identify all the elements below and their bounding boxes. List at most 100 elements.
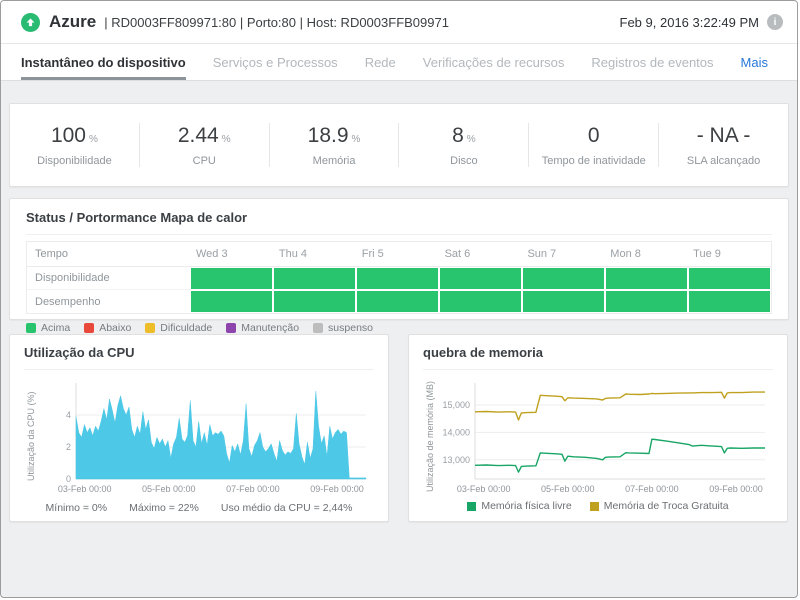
svg-text:03-Feb 00:00: 03-Feb 00:00	[457, 484, 511, 494]
heatmap-legend: Acima Abaixo Dificuldade Manutenção suspenso	[26, 322, 772, 334]
tab-rede[interactable]: Rede	[365, 44, 396, 80]
tab-bar: Instantâneo do dispositivo Serviços e Pro…	[1, 44, 797, 81]
legend-label: Acima	[41, 322, 70, 334]
heatmap-row-label: Disponibilidade	[27, 267, 191, 290]
kpi-disco: 8%Disco	[399, 124, 528, 167]
legend-item-abaixo: Abaixo	[84, 322, 131, 334]
kpi-value: 18.9%	[270, 124, 399, 148]
cpu-utilization-chart: 02403-Feb 00:0005-Feb 00:0007-Feb 00:000…	[38, 375, 374, 497]
tab-registros-de-eventos[interactable]: Registros de eventos	[591, 44, 713, 80]
svg-text:09-Feb 00:00: 09-Feb 00:00	[310, 484, 364, 494]
heatmap-cell[interactable]	[523, 268, 604, 289]
line-series-memoria-de-troca-gratuita	[475, 392, 765, 420]
heatmap-cells	[191, 267, 771, 290]
heatmap-row-label: Desempenho	[27, 290, 191, 313]
heatmap-cell[interactable]	[274, 268, 355, 289]
heatmap-cell[interactable]	[357, 291, 438, 312]
memory-chart-title: quebra de memoria	[423, 345, 773, 370]
legend-item-suspenso: suspenso	[313, 322, 373, 334]
app-window: Azure | RD0003FF809971:80 | Porto:80 | H…	[0, 0, 798, 598]
heatmap-cell[interactable]	[357, 268, 438, 289]
svg-text:2: 2	[66, 442, 71, 452]
device-title: Azure	[49, 12, 96, 32]
legend-item-dificuldade: Dificuldade	[145, 322, 212, 334]
kpi-unit: %	[467, 134, 476, 145]
heatmap-cell[interactable]	[440, 268, 521, 289]
cpu-stat-minimo: Mínimo = 0%	[46, 502, 108, 514]
cpu-stat-maximo: Máximo = 22%	[129, 502, 199, 514]
memory-chart-card: quebra de memoria Utilização de memória …	[408, 334, 788, 522]
kpi-unit: %	[89, 134, 98, 145]
legend-swatch	[467, 502, 476, 511]
heatmap-day-fri-5: Fri 5	[357, 242, 440, 266]
kpi-sla-alcancado: - NA - SLA alcançado	[659, 124, 788, 167]
kpi-value: - NA -	[659, 124, 788, 148]
kpi-label: SLA alcançado	[659, 155, 788, 167]
svg-text:03-Feb 00:00: 03-Feb 00:00	[58, 484, 112, 494]
legend-item-memoria-fisica-livre[interactable]: Memória física livre	[467, 500, 571, 512]
heatmap-cell[interactable]	[274, 291, 355, 312]
cpu-chart-card: Utilização da CPU Utilização da CPU (%) …	[9, 334, 389, 522]
kpi-unit: %	[352, 134, 361, 145]
heatmap-cell[interactable]	[523, 291, 604, 312]
svg-text:4: 4	[66, 410, 71, 420]
svg-text:05-Feb 00:00: 05-Feb 00:00	[142, 484, 196, 494]
title-bar: Azure | RD0003FF809971:80 | Porto:80 | H…	[1, 1, 797, 44]
legend-label: suspenso	[328, 322, 373, 334]
content-area: 100%Disponibilidade2.44%CPU18.9%Memória8…	[1, 81, 797, 522]
heatmap-day-wed-3: Wed 3	[191, 242, 274, 266]
svg-text:14,000: 14,000	[442, 427, 470, 437]
tab-mais[interactable]: Mais	[741, 44, 768, 80]
svg-text:07-Feb 00:00: 07-Feb 00:00	[226, 484, 280, 494]
heatmap-cell[interactable]	[689, 268, 770, 289]
heatmap-day-mon-8: Mon 8	[605, 242, 688, 266]
legend-label: Memória de Troca Gratuita	[604, 500, 729, 512]
device-subtitle: | RD0003FF809971:80 | Porto:80 | Host: R…	[104, 15, 449, 30]
legend-label: Manutenção	[241, 322, 299, 334]
legend-swatch	[145, 323, 155, 333]
kpi-label: Memória	[270, 155, 399, 167]
legend-swatch	[84, 323, 94, 333]
info-icon[interactable]: i	[767, 14, 783, 30]
kpi-unit: %	[222, 134, 231, 145]
cpu-chart-body: Utilização da CPU (%) 02403-Feb 00:0005-…	[24, 375, 374, 497]
legend-item-acima: Acima	[26, 322, 70, 334]
svg-text:05-Feb 00:00: 05-Feb 00:00	[541, 484, 595, 494]
heatmap-day-tue-9: Tue 9	[688, 242, 771, 266]
kpi-label: Disponibilidade	[10, 155, 139, 167]
tab-verificacoes-de-recursos[interactable]: Verificações de recursos	[423, 44, 565, 80]
tab-servicos-e-processos[interactable]: Serviços e Processos	[213, 44, 338, 80]
kpi-label: Tempo de inatividade	[529, 155, 658, 167]
legend-item-manutencao: Manutenção	[226, 322, 299, 334]
cpu-stats: Mínimo = 0% Máximo = 22% Uso médio da CPU …	[24, 498, 374, 516]
legend-item-memoria-de-troca-gratuita[interactable]: Memória de Troca Gratuita	[590, 500, 729, 512]
charts-row: Utilização da CPU Utilização da CPU (%) …	[9, 334, 789, 522]
heatmap-card: Status / Portormance Mapa de calor Tempo…	[9, 198, 789, 320]
svg-text:09-Feb 00:00: 09-Feb 00:00	[709, 484, 763, 494]
heatmap-day-thu-4: Thu 4	[274, 242, 357, 266]
kpi-cpu: 2.44%CPU	[140, 124, 269, 167]
heatmap-cell[interactable]	[191, 268, 272, 289]
heatmap-cell[interactable]	[191, 291, 272, 312]
tab-instantaneo-do-dispositivo[interactable]: Instantâneo do dispositivo	[21, 44, 186, 80]
kpi-value: 8%	[399, 124, 528, 148]
memory-breakup-chart: 13,000 14,000 15,000 03-Feb 00:00 05-Feb 00:…	[437, 375, 773, 497]
heatmap-cell[interactable]	[440, 291, 521, 312]
cpu-chart-title: Utilização da CPU	[24, 345, 374, 370]
memory-y-axis-label: Utilização de memória (MB)	[423, 375, 437, 497]
line-series-memoria-fisica-livre	[475, 439, 765, 472]
svg-text:13,000: 13,000	[442, 455, 470, 465]
heatmap-cell[interactable]	[689, 291, 770, 312]
heatmap-day-sun-7: Sun 7	[522, 242, 605, 266]
kpi-value: 0	[529, 124, 658, 148]
legend-swatch	[226, 323, 236, 333]
kpi-memoria: 18.9% Memória	[270, 124, 399, 167]
kpi-disponibilidade: 100%Disponibilidade	[10, 124, 139, 167]
svg-text:15,000: 15,000	[442, 400, 470, 410]
up-arrow-icon	[25, 17, 36, 28]
cpu-stat-uso-medio-da-cpu: Uso médio da CPU = 2,44%	[221, 502, 353, 514]
heatmap-row-disponibilidade: Disponibilidade	[27, 267, 771, 290]
cpu-area-series	[76, 391, 366, 479]
heatmap-cell[interactable]	[606, 268, 687, 289]
heatmap-cell[interactable]	[606, 291, 687, 312]
